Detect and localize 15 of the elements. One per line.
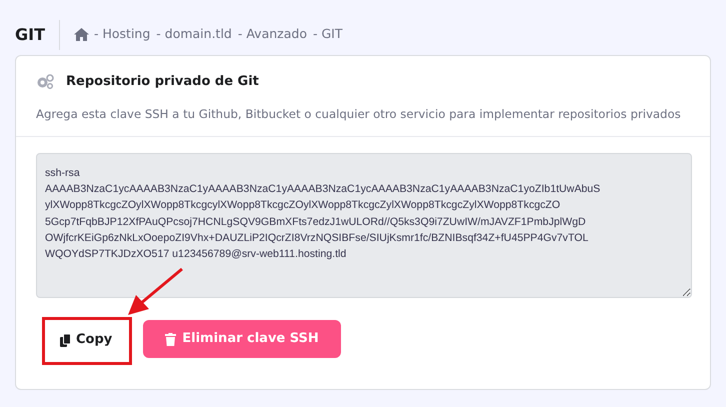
card-description: Agrega esta clave SSH a tu Github, Bitbucket o cualquier otro servicio para implementar repositorios privados: [36, 106, 682, 122]
gears-icon: [36, 74, 54, 90]
card-title: Repositorio privado de Git: [66, 73, 259, 91]
breadcrumb-link[interactable]: - Hosting: [94, 25, 150, 44]
delete-button[interactable]: Eliminar clave SSH: [143, 320, 341, 358]
annotation-arrow: [128, 268, 184, 315]
breadcrumb-link[interactable]: - GIT: [312, 25, 342, 44]
page-title: GIT: [15, 24, 45, 46]
copy-button[interactable]: Copy: [46, 320, 126, 360]
breadcrumb-link[interactable]: - domain.tld: [156, 25, 232, 44]
copy-icon: [60, 334, 71, 346]
home-icon[interactable]: [74, 28, 89, 41]
ssh-key-field[interactable]: ssh-rsa AAAAB3NzaC1ycAAAAB3NzaC1yAAAAB3NzaC1yAAAAB3NzaC1ycAAAAB3NzaC1yAAAAB3NzaC1yoZIb1tUwAbuS ylXWopp8TkcgcZOylXWopp8TkcgcylXWopp8TkcgcZOylXWopp8TkcgcZylXWopp8TkcgcZylXWopp8TkcgcZO 5Gcp7tFqbBJP12XfPAuQPcsoj7HCNLgSQV9GBmXFts7edzJ1wULORd//Q5ks3Q9i7ZUwIW/mJAVZF1PmbJplWgD OWjfcrKEiGp6zNkLxOoepoZI9Vhx+DAUZLiP2IQcrZI8VrzNQSIBFse/SIUjKsmr1fc/BZNIBsqf34Z+fU45PP4Gv7vTOL WQOYdSP7TKJDzXO517 u123456789@srv-web111.hosting.tld: [36, 153, 692, 298]
breadcrumb-link[interactable]: - Avanzado: [238, 25, 307, 44]
trash-icon: [165, 332, 176, 346]
